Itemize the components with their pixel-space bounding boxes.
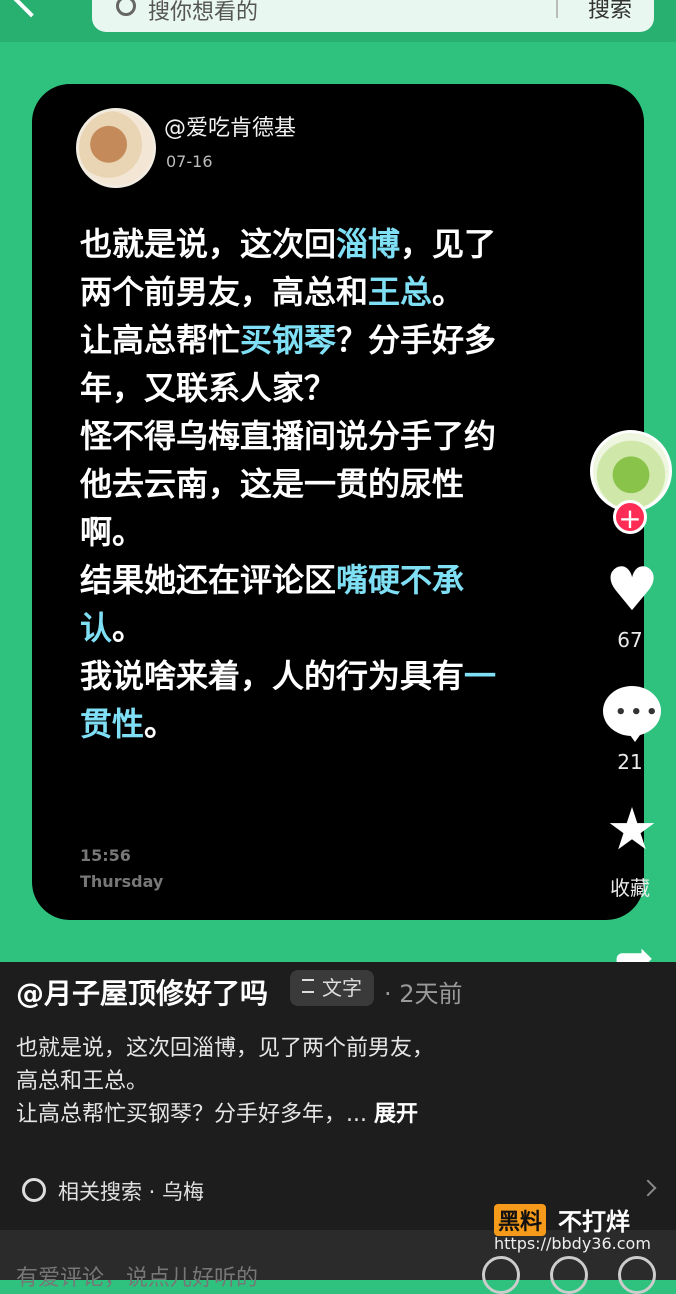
post-line-4: 年，又联系人家？ — [80, 369, 337, 407]
post-line-10: 我说啥来着，人的行为具有一 — [80, 657, 497, 695]
post-line-9: 认。 — [80, 609, 145, 647]
post-line-1: 也就是说，这次回淄博，见了 — [80, 225, 497, 263]
post-line-7: 啊。 — [80, 513, 145, 551]
watermark-badge: 黑料 — [494, 1204, 547, 1236]
text-icon — [302, 979, 314, 993]
post-date: 07-16 — [166, 152, 213, 171]
post-weekday: Thursday — [80, 872, 164, 891]
comment-dots: ••• — [615, 702, 662, 723]
top-bar: 搜你想看的 搜索 — [0, 0, 676, 42]
comment-input[interactable]: 有爱评论，说点儿好听的 — [16, 1260, 258, 1292]
like-count: 67 — [617, 628, 643, 652]
post-card[interactable]: @爱吃肯德基 07-16 也就是说，这次回淄博，见了 两个前男友，高总和王总。 … — [32, 84, 644, 920]
type-tag[interactable]: 文字 — [290, 970, 374, 1006]
watermark: 黑料 不打烊 https://bbdy36.com — [494, 1204, 654, 1264]
comment-icon-tail — [625, 728, 645, 742]
divider — [556, 0, 558, 18]
follow-button[interactable]: + — [613, 500, 647, 535]
description[interactable]: 也就是说，这次回淄博，见了两个前男友， 高总和王总。 让高总帮忙买钢琴？分手好多… — [16, 1032, 536, 1131]
post-time: 15:56 — [80, 846, 131, 865]
favorite-label: 收藏 — [610, 876, 650, 900]
post-username: @爱吃肯德基 — [164, 116, 297, 141]
related-search-label: 相关搜索 · 乌梅 — [58, 1180, 205, 1204]
post-line-5: 怪不得乌梅直播间说分手了约 — [80, 417, 497, 455]
avatar[interactable] — [76, 108, 156, 188]
post-line-8: 结果她还在评论区嘴硬不承 — [80, 561, 465, 599]
heart-icon[interactable]: ♥ — [600, 555, 664, 625]
post-line-2: 两个前男友，高总和王总。 — [80, 273, 465, 311]
post-age: · 2天前 — [384, 980, 463, 1008]
chevron-right-icon — [639, 1179, 657, 1197]
post-text: 也就是说，这次回淄博，见了 两个前男友，高总和王总。 让高总帮忙买钢琴？分手好多… — [80, 220, 580, 748]
search-box[interactable]: 搜你想看的 搜索 — [92, 0, 654, 32]
comment-count: 21 — [617, 750, 643, 774]
search-icon — [22, 1178, 46, 1202]
post-line-11: 贯性。 — [80, 705, 177, 743]
post-line-6: 他去云南，这是一贯的尿性 — [80, 465, 465, 503]
author-name[interactable]: @月子屋顶修好了吗 — [16, 972, 268, 1012]
post-line-3: 让高总帮忙买钢琴？分手好多 — [80, 321, 497, 359]
post-info: @月子屋顶修好了吗 文字 · 2天前 也就是说，这次回淄博，见了两个前男友， 高… — [0, 962, 676, 1230]
expand-button[interactable]: 展开 — [374, 1102, 418, 1127]
search-icon — [116, 0, 136, 16]
star-icon[interactable]: ★ — [600, 795, 664, 863]
back-icon[interactable] — [12, 0, 50, 18]
watermark-url: https://bbdy36.com — [494, 1234, 651, 1253]
search-button[interactable]: 搜索 — [588, 0, 632, 24]
watermark-text: 不打烊 — [558, 1208, 630, 1236]
search-input[interactable]: 搜你想看的 — [148, 0, 258, 26]
